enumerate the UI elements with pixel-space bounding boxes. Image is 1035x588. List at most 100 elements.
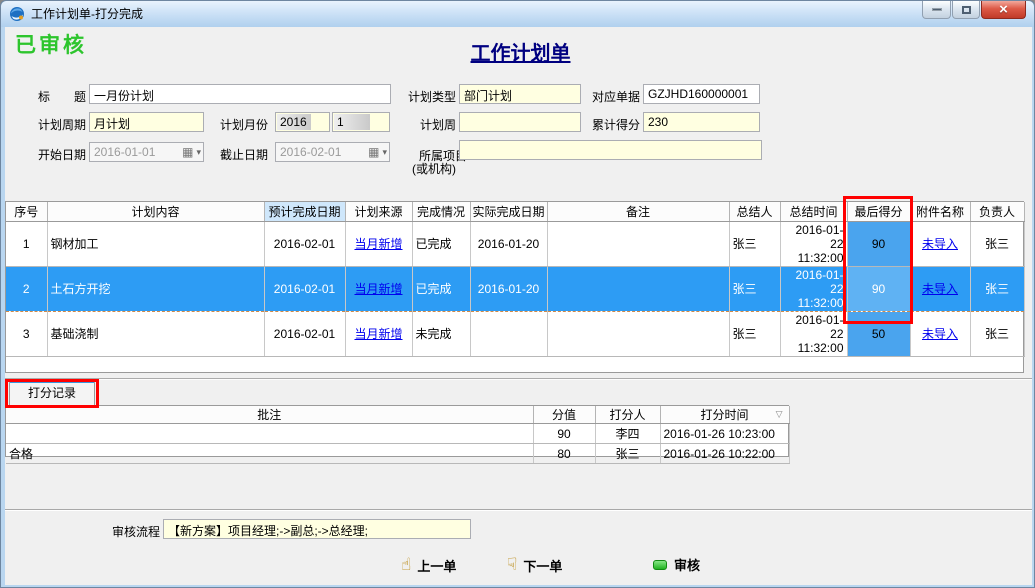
source-link[interactable]: 当月新增 [354, 327, 402, 341]
plan-month-year-spinner[interactable]: 2016 [275, 112, 330, 132]
doc-no-label: 对应单据 [585, 88, 640, 105]
project-label: 所属项目(或机构) [399, 137, 456, 189]
cell-final-score: 50 [847, 311, 910, 356]
start-date-label: 开始日期 [29, 146, 86, 163]
cell-score: 90 [533, 424, 595, 444]
cell-score: 80 [533, 444, 595, 464]
attachment-link[interactable]: 未导入 [922, 237, 958, 251]
cell-remark [547, 266, 729, 311]
audit-button-label: 审核 [674, 555, 700, 574]
cell-scorer: 张三 [595, 444, 660, 464]
next-button[interactable]: ☟ 下一单 [507, 555, 562, 575]
col-header-source[interactable]: 计划来源 [345, 202, 412, 221]
start-date-picker[interactable]: 2016-01-01 ▦▾ [89, 142, 204, 162]
app-icon [9, 6, 25, 22]
main-table-container: 序号 计划内容 预计完成日期 计划来源 完成情况 实际完成日期 备注 总结人 总… [5, 201, 1024, 373]
col-header-no[interactable]: 序号 [6, 202, 47, 221]
sort-descending-icon: ▽ [776, 409, 783, 420]
close-icon: × [999, 2, 1008, 17]
maximize-icon [962, 6, 971, 14]
col-header-score[interactable]: 分值 [533, 406, 595, 424]
cell-comment [6, 424, 533, 444]
table-row[interactable]: 3 基础浇制 2016-02-01 当月新增 未完成 张三 2016-01-22… [6, 311, 1024, 356]
minimize-button[interactable] [922, 1, 951, 19]
attachment-link[interactable]: 未导入 [922, 282, 958, 296]
plan-week-field[interactable] [459, 112, 581, 132]
col-header-summary-time[interactable]: 总结时间 [780, 202, 847, 221]
cell-actual-date: 2016-01-20 [470, 266, 547, 311]
cell-expected-date: 2016-02-01 [264, 266, 345, 311]
table-row-selected[interactable]: 2 土石方开挖 2016-02-01 当月新增 已完成 2016-01-20 张… [6, 266, 1024, 311]
end-date-label: 截止日期 [211, 146, 268, 163]
calendar-icon: ▦ [182, 146, 193, 158]
cell-summarizer: 张三 [729, 221, 780, 266]
cell-summarizer: 张三 [729, 311, 780, 356]
col-header-content[interactable]: 计划内容 [47, 202, 264, 221]
col-header-scorer[interactable]: 打分人 [595, 406, 660, 424]
col-header-remark[interactable]: 备注 [547, 202, 729, 221]
client-area: 已审核 工作计划单 标 题 一月份计划 计划类型 部门计划 对应单据 GZJHD… [5, 27, 1032, 585]
window-title: 工作计划单-打分完成 [31, 1, 143, 27]
project-field[interactable] [459, 140, 762, 160]
total-score-label: 累计得分 [585, 116, 640, 133]
cell-remark [547, 311, 729, 356]
col-header-score-time[interactable]: 打分时间 ▽ [660, 406, 789, 424]
end-date-picker[interactable]: 2016-02-01 ▦▾ [275, 142, 390, 162]
audit-flow-field[interactable]: 【新方案】项目经理;->副总;->总经理; [163, 519, 471, 539]
next-button-label: 下一单 [523, 556, 562, 575]
cell-expected-date: 2016-02-01 [264, 221, 345, 266]
audit-button[interactable]: 审核 [653, 555, 700, 574]
tab-score-record[interactable]: 打分记录 [9, 380, 95, 405]
score-table-container: 批注 分值 打分人 打分时间 ▽ 90 李四 2016-01-26 10:23:… [5, 405, 789, 457]
main-table: 序号 计划内容 预计完成日期 计划来源 完成情况 实际完成日期 备注 总结人 总… [6, 202, 1025, 357]
cell-final-score: 90 [847, 266, 910, 311]
cell-owner: 张三 [970, 221, 1024, 266]
cell-no: 3 [6, 311, 47, 356]
doc-no-input[interactable]: GZJHD160000001 [643, 84, 760, 104]
app-window: 工作计划单-打分完成 × 已审核 工作计划单 标 题 一月份计划 计划类型 部门… [0, 0, 1035, 588]
plan-month-month-spinner[interactable]: 1 [332, 112, 390, 132]
col-header-owner[interactable]: 负责人 [970, 202, 1024, 221]
cell-summary-time: 2016-01-22 11:32:00 [780, 311, 847, 356]
col-header-final-score[interactable]: 最后得分 [847, 202, 910, 221]
plan-cycle-field[interactable]: 月计划 [89, 112, 204, 132]
table-row[interactable]: 1 钢材加工 2016-02-01 当月新增 已完成 2016-01-20 张三… [6, 221, 1024, 266]
col-header-summarizer[interactable]: 总结人 [729, 202, 780, 221]
audit-flow-label: 审核流程 [105, 523, 160, 540]
source-link[interactable]: 当月新增 [354, 237, 402, 251]
cell-content: 基础浇制 [47, 311, 264, 356]
title-input[interactable]: 一月份计划 [89, 84, 391, 104]
title-label: 标 题 [29, 88, 86, 105]
audit-green-icon [653, 560, 667, 570]
titlebar: 工作计划单-打分完成 × [1, 1, 1034, 27]
cell-owner: 张三 [970, 311, 1024, 356]
cell-summarizer: 张三 [729, 266, 780, 311]
cell-no: 1 [6, 221, 47, 266]
col-header-comment[interactable]: 批注 [6, 406, 533, 424]
close-button[interactable]: × [981, 1, 1026, 19]
score-row[interactable]: 90 李四 2016-01-26 10:23:00 [6, 424, 789, 444]
col-header-expected-date[interactable]: 预计完成日期 [264, 202, 345, 221]
score-table-header-row: 批注 分值 打分人 打分时间 ▽ [6, 406, 789, 424]
source-link[interactable]: 当月新增 [354, 282, 402, 296]
plan-week-label: 计划周 [401, 116, 456, 133]
minimize-icon [932, 8, 942, 11]
col-header-status[interactable]: 完成情况 [412, 202, 470, 221]
plan-type-field[interactable]: 部门计划 [459, 84, 581, 104]
attachment-link[interactable]: 未导入 [922, 327, 958, 341]
tabstrip-line [5, 378, 1032, 380]
hand-up-icon: ☝ [401, 555, 411, 575]
status-stamp: 已审核 [15, 29, 87, 59]
cell-final-score: 90 [847, 221, 910, 266]
total-score-field[interactable]: 230 [643, 112, 760, 132]
cell-score-time: 2016-01-26 10:23:00 [660, 424, 789, 444]
maximize-button[interactable] [952, 1, 980, 19]
col-header-attachment[interactable]: 附件名称 [910, 202, 970, 221]
calendar-icon: ▦ [368, 146, 379, 158]
cell-remark [547, 221, 729, 266]
col-header-actual-date[interactable]: 实际完成日期 [470, 202, 547, 221]
separator [5, 509, 1032, 511]
prev-button[interactable]: ☝ 上一单 [401, 555, 456, 575]
score-row[interactable]: 合格 80 张三 2016-01-26 10:22:00 [6, 444, 789, 464]
score-table: 批注 分值 打分人 打分时间 ▽ 90 李四 2016-01-26 10:23:… [6, 406, 790, 464]
